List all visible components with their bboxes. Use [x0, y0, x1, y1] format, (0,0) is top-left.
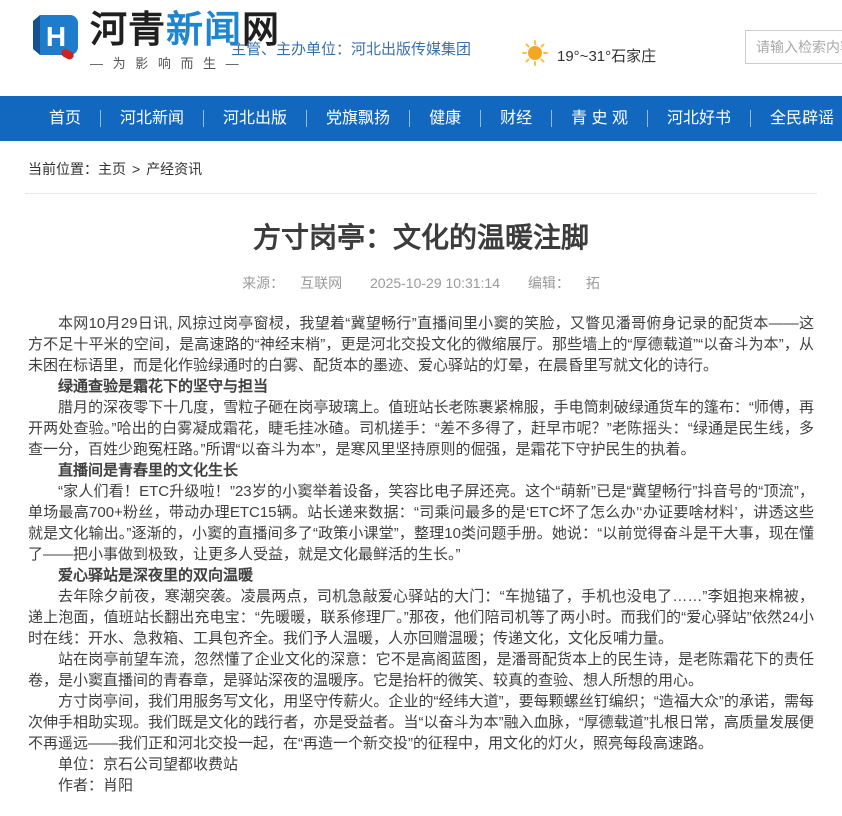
svg-text:H: H	[46, 21, 66, 52]
article-title: 方寸岗亭：文化的温暖注脚	[28, 216, 814, 256]
article-section-heading: 爱心驿站是深夜里的双向温暖	[28, 565, 814, 586]
article-source: 来源：互联网	[234, 275, 350, 291]
nav-item-party-flag[interactable]: 党旗飘扬	[307, 96, 409, 141]
article-paragraph: 去年除夕前夜，寒潮突袭。凌晨两点，司机急敲爱心驿站的大门：“车抛锚了，手机也没电…	[28, 586, 814, 649]
article-paragraph: 本网10月29日讯, 风掠过岗亭窗棂，我望着“冀望畅行”直播间里小窦的笑脸，又瞥…	[28, 313, 814, 376]
article-paragraph: 方寸岗亭间，我们用服务写文化，用坚守传薪火。企业的“经纬大道”，要每颗螺丝钉编织…	[28, 691, 814, 754]
article-section-heading: 绿通查验是霜花下的坚守与担当	[28, 376, 814, 397]
article-author-line: 作者：肖阳	[28, 775, 814, 796]
article-datetime: 2025-10-29 10:31:14	[370, 275, 500, 291]
nav-item-hebei-books[interactable]: 河北好书	[648, 96, 750, 141]
sponsor-text: 主管、主办单位：河北出版传媒集团	[231, 38, 471, 59]
nav-item-finance[interactable]: 财经	[481, 96, 551, 141]
breadcrumb-home-link[interactable]: 主页	[98, 161, 126, 177]
breadcrumb-label: 当前位置：	[28, 161, 98, 177]
article-section-heading: 直播间是青春里的文化生长	[28, 460, 814, 481]
nav-item-home[interactable]: 首页	[30, 96, 100, 141]
breadcrumb-section-link[interactable]: 产经资讯	[146, 161, 202, 177]
weather-text: 19°~31°石家庄	[557, 45, 656, 66]
nav-item-health[interactable]: 健康	[410, 96, 480, 141]
search-input[interactable]	[745, 30, 842, 64]
nav-item-rumor-refutation[interactable]: 全民辟谣	[751, 96, 842, 141]
article-paragraph: 腊月的深夜零下十几度，雪粒子砸在岗亭玻璃上。值班站长老陈裹紧棉服，手电筒刺破绿通…	[28, 397, 814, 460]
nav-item-qingshiguan[interactable]: 青 史 观	[552, 96, 647, 141]
article: 方寸岗亭：文化的温暖注脚 来源：互联网 2025-10-29 10:31:14 …	[0, 216, 842, 816]
weather-widget: 19°~31°石家庄	[522, 40, 656, 70]
nav-item-hebei-publishing[interactable]: 河北出版	[204, 96, 306, 141]
site-logo-icon: H	[28, 10, 82, 69]
article-paragraph: 站在岗亭前望车流，忽然懂了企业文化的深意：它不是高阁蓝图，是潘哥配货本上的民生诗…	[28, 649, 814, 691]
breadcrumb: 当前位置：主页 > 产经资讯	[25, 141, 817, 194]
article-unit-line: 单位：京石公司望都收费站	[28, 754, 814, 775]
breadcrumb-separator: >	[132, 161, 140, 177]
article-meta: 来源：互联网 2025-10-29 10:31:14 编辑：拓	[28, 273, 814, 293]
sun-icon	[522, 40, 548, 70]
article-paragraph: “家人们看！ETC升级啦！”23岁的小窦举着设备，笑容比电子屏还亮。这个“萌新”…	[28, 481, 814, 565]
site-header: H 河青新闻网 — 为 影 响 而 生 — 主管、主办单位：河北出版传媒集团 1…	[0, 0, 842, 96]
main-nav: 首页 河北新闻 河北出版 党旗飘扬 健康 财经 青 史 观 河北好书 全民辟谣	[0, 96, 842, 141]
nav-item-hebei-news[interactable]: 河北新闻	[101, 96, 203, 141]
article-body: 本网10月29日讯, 风掠过岗亭窗棂，我望着“冀望畅行”直播间里小窦的笑脸，又瞥…	[28, 313, 814, 796]
article-editor: 编辑：拓	[520, 275, 608, 291]
